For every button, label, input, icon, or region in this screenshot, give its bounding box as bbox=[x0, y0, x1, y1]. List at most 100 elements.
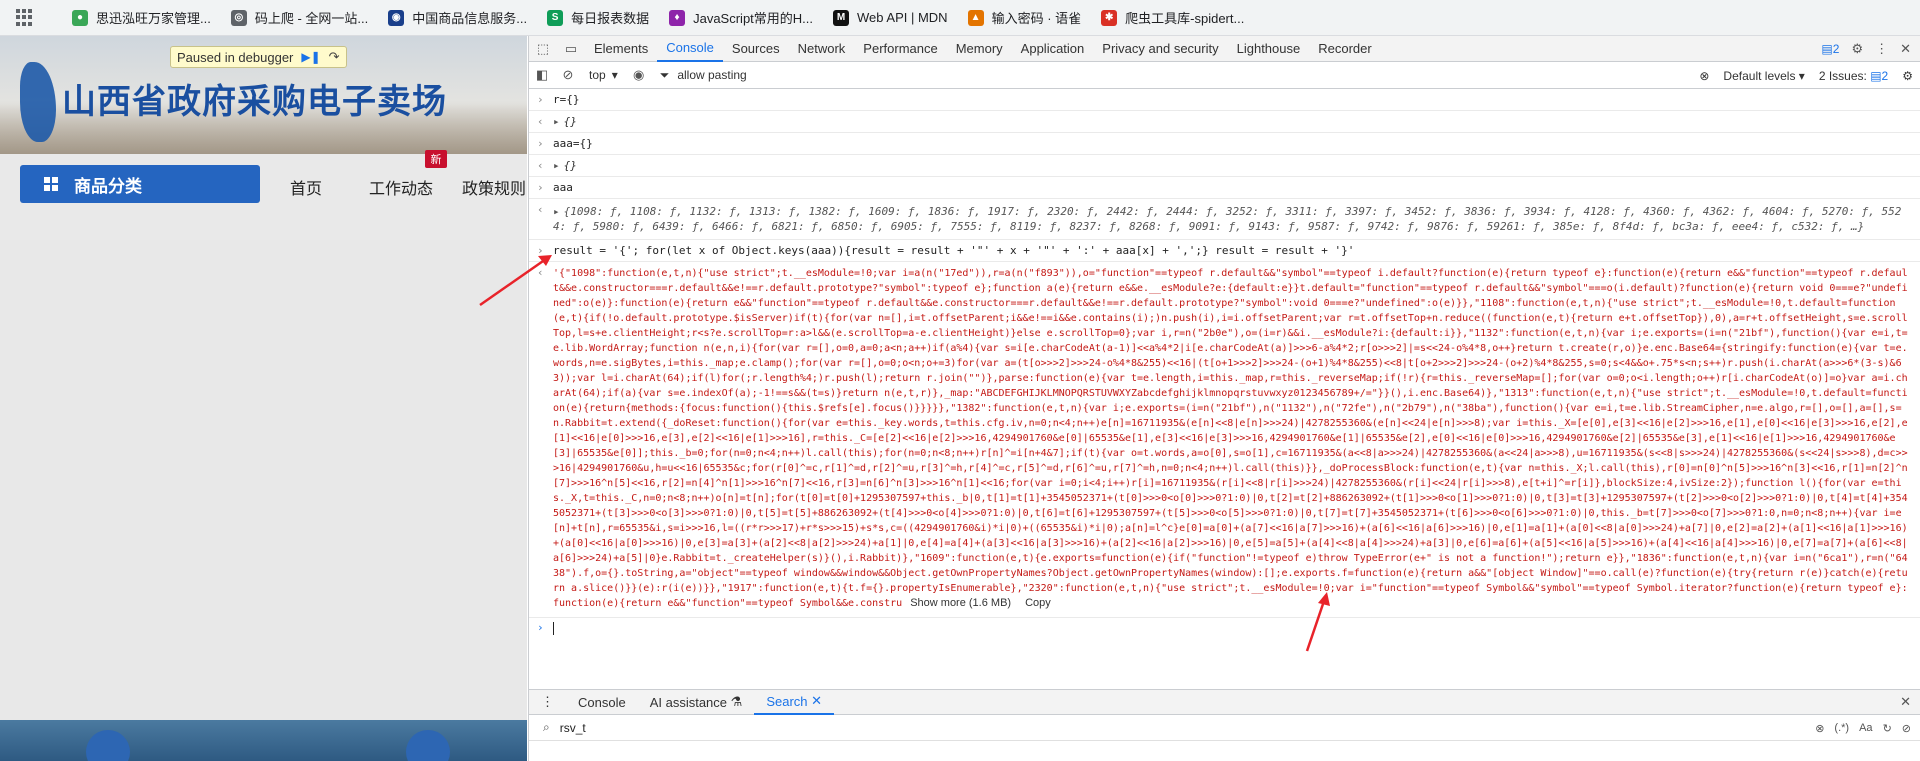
search-bar: ⌕ rsv_t ⊗ (.*) Aa ↻ ⊘ bbox=[529, 715, 1920, 741]
close-icon[interactable]: ✕ bbox=[1900, 41, 1911, 57]
bookmark-item[interactable]: ✱ 爬虫工具库-spidert... bbox=[1091, 4, 1254, 32]
output-chevron-icon: ‹ bbox=[537, 203, 544, 216]
console-result-row: ‹ '{"1098":function(e,t,n){"use strict";t… bbox=[529, 262, 1920, 618]
log-levels-dropdown[interactable]: Default levels ▾ bbox=[1723, 69, 1804, 83]
devtools-tabbar-actions: ▤2 ⚙ ⋮ ✕ bbox=[1821, 36, 1920, 62]
console-result-row[interactable]: ‹ ▸ {1098: ƒ, 1108: ƒ, 1132: ƒ, 1313: ƒ, 1… bbox=[529, 199, 1920, 240]
result-string: '{"1098":function(e,t,n){"use strict";t.… bbox=[553, 268, 1908, 609]
tab-network[interactable]: Network bbox=[789, 36, 855, 62]
tab-sources[interactable]: Sources bbox=[723, 36, 789, 62]
step-over-icon[interactable]: ↷ bbox=[329, 49, 340, 65]
tab-recorder[interactable]: Recorder bbox=[1309, 36, 1380, 62]
drawer-tab-search[interactable]: Search ✕ bbox=[754, 689, 835, 715]
copy-button[interactable]: Copy bbox=[1025, 597, 1051, 609]
tab-privacy-security[interactable]: Privacy and security bbox=[1093, 36, 1227, 62]
match-case-toggle[interactable]: Aa bbox=[1859, 722, 1872, 734]
bookmark-item[interactable]: ◎ 码上爬 - 全网一站... bbox=[221, 4, 378, 32]
tab-performance[interactable]: Performance bbox=[854, 36, 946, 62]
close-tab-icon[interactable]: ✕ bbox=[808, 693, 822, 709]
issues-link[interactable]: 2 Issues: ▤2 bbox=[1819, 69, 1888, 83]
filter-input[interactable]: ⏷ allow pasting bbox=[660, 68, 1620, 83]
output-chevron-icon: ‹ bbox=[537, 159, 544, 172]
drawer-tab-console[interactable]: Console bbox=[566, 689, 638, 715]
expand-triangle-icon[interactable]: ▸ bbox=[553, 115, 560, 128]
regex-toggle[interactable]: (.*) bbox=[1834, 722, 1849, 734]
bookmark-item[interactable]: S 每日报表数据 bbox=[537, 4, 659, 32]
site-title: 山西省政府采购电子卖场 bbox=[62, 82, 447, 122]
drawer-menu-icon[interactable]: ⋮ bbox=[529, 689, 566, 715]
resume-icon[interactable]: ▶❚ bbox=[301, 50, 320, 64]
console-result-row[interactable]: ‹ ▸{} bbox=[529, 155, 1920, 177]
page-bottom-banner bbox=[0, 720, 527, 761]
bookmark-item[interactable]: ◉ 中国商品信息服务... bbox=[378, 4, 537, 32]
close-drawer-icon[interactable]: ✕ bbox=[1900, 694, 1911, 710]
clear-console-icon[interactable]: ⊘ bbox=[555, 67, 581, 83]
bookmark-favicon-icon: ✱ bbox=[1101, 9, 1118, 26]
input-chevron-icon: › bbox=[537, 244, 544, 257]
province-map-logo-icon bbox=[20, 62, 56, 142]
sidebar-toggle-icon[interactable]: ◧ bbox=[529, 67, 555, 83]
clear-search-icon[interactable]: ⊗ bbox=[1815, 722, 1824, 735]
expand-triangle-icon[interactable]: ▸ bbox=[553, 159, 560, 172]
bookmark-favicon-icon: ◉ bbox=[388, 9, 405, 26]
bookmark-favicon-icon: ♦ bbox=[669, 9, 686, 26]
output-chevron-icon: ‹ bbox=[537, 266, 544, 279]
console-toolbar-right: ⊗ Default levels ▾ 2 Issues: ▤2 ⚙ bbox=[1699, 62, 1913, 89]
eye-icon[interactable]: ◉ bbox=[626, 67, 652, 83]
chevron-down-icon: ▾ bbox=[611, 68, 618, 82]
tab-memory[interactable]: Memory bbox=[947, 36, 1012, 62]
search-options: ⊗ (.*) Aa ↻ ⊘ bbox=[1815, 715, 1911, 741]
console-output: › r={} ‹ ▸{} › aaa={} ‹ ▸{} › aaa ‹ ▸ {1098: ƒ,… bbox=[529, 89, 1920, 689]
devtools-panel: ⬚ ▭ Elements Console Sources Network Per… bbox=[528, 36, 1920, 761]
category-button[interactable]: 商品分类 bbox=[20, 165, 260, 203]
filter-value: allow pasting bbox=[677, 68, 747, 82]
nav-work-news[interactable]: 工作动态 bbox=[369, 175, 433, 199]
search-input[interactable]: rsv_t bbox=[560, 721, 586, 735]
gear-icon[interactable]: ⚙ bbox=[1851, 41, 1863, 57]
debugger-paused-banner: Paused in debugger ▶❚ ↷ bbox=[170, 46, 347, 68]
clear-icon[interactable]: ⊘ bbox=[1902, 722, 1911, 735]
tab-console[interactable]: Console bbox=[657, 36, 723, 62]
message-icon: ▤ bbox=[1870, 68, 1882, 83]
bookmark-item[interactable]: ● 思迅泓旺万家管理... bbox=[62, 4, 221, 32]
site-banner: 山西省政府采购电子卖场 Paused in debugger ▶❚ ↷ bbox=[0, 36, 527, 154]
object-preview: {1098: ƒ, 1108: ƒ, 1132: ƒ, 1313: ƒ, 138… bbox=[553, 205, 1902, 233]
prompt-chevron-icon: › bbox=[537, 621, 544, 634]
bookmark-item[interactable]: ♦ JavaScript常用的H... bbox=[659, 4, 823, 32]
console-prompt[interactable]: › bbox=[529, 618, 1920, 640]
nav-home[interactable]: 首页 bbox=[290, 175, 322, 199]
webpage: 山西省政府采购电子卖场 Paused in debugger ▶❚ ↷ 商品分类… bbox=[0, 36, 527, 761]
refresh-icon[interactable]: ↻ bbox=[1883, 722, 1892, 735]
console-input-row: › aaa bbox=[529, 177, 1920, 199]
console-input-row: › r={} bbox=[529, 89, 1920, 111]
result-command: result = '{'; for(let x of Object.keys(a… bbox=[553, 244, 1355, 257]
gear-icon[interactable]: ⚙ bbox=[1902, 69, 1913, 83]
debugger-paused-label: Paused in debugger bbox=[177, 49, 294, 65]
message-icon: ▤ bbox=[1821, 42, 1833, 56]
expand-triangle-icon[interactable]: ▸ bbox=[553, 205, 560, 218]
tab-lighthouse[interactable]: Lighthouse bbox=[1228, 36, 1310, 62]
drawer-tab-ai-assistance[interactable]: AI assistance ⚗ bbox=[638, 689, 755, 715]
bookmark-item[interactable]: M Web API | MDN bbox=[823, 4, 958, 32]
tab-application[interactable]: Application bbox=[1012, 36, 1094, 62]
circle-decoration bbox=[86, 730, 130, 761]
bookmark-item[interactable]: ▲ 输入密码 · 语雀 bbox=[958, 4, 1092, 32]
show-more-button[interactable]: Show more (1.6 MB) bbox=[910, 597, 1011, 609]
flask-icon: ⚗ bbox=[727, 694, 743, 709]
screen: ● 思迅泓旺万家管理... ◎ 码上爬 - 全网一站... ◉ 中国商品信息服务...… bbox=[0, 0, 1920, 761]
nav-policy[interactable]: 政策规则 bbox=[462, 175, 526, 199]
search-icon: ⌕ bbox=[543, 720, 550, 734]
output-chevron-icon: ‹ bbox=[537, 115, 544, 128]
devtools-tabbar: ⬚ ▭ Elements Console Sources Network Per… bbox=[529, 36, 1920, 62]
context-selector[interactable]: top ▾ bbox=[581, 68, 626, 82]
apps-grid-icon[interactable] bbox=[16, 8, 34, 27]
issues-counter[interactable]: ▤2 bbox=[1821, 42, 1839, 56]
console-result-row[interactable]: ‹ ▸{} bbox=[529, 111, 1920, 133]
console-input-row: › result = '{'; for(let x of Object.keys(… bbox=[529, 240, 1920, 262]
inspect-element-icon[interactable]: ⬚ bbox=[529, 36, 557, 62]
more-options-icon[interactable]: ⋮ bbox=[1875, 41, 1888, 57]
tab-elements[interactable]: Elements bbox=[585, 36, 657, 62]
grid-icon bbox=[44, 177, 58, 191]
clear-filter-icon[interactable]: ⊗ bbox=[1699, 69, 1709, 83]
device-toolbar-icon[interactable]: ▭ bbox=[557, 36, 585, 62]
